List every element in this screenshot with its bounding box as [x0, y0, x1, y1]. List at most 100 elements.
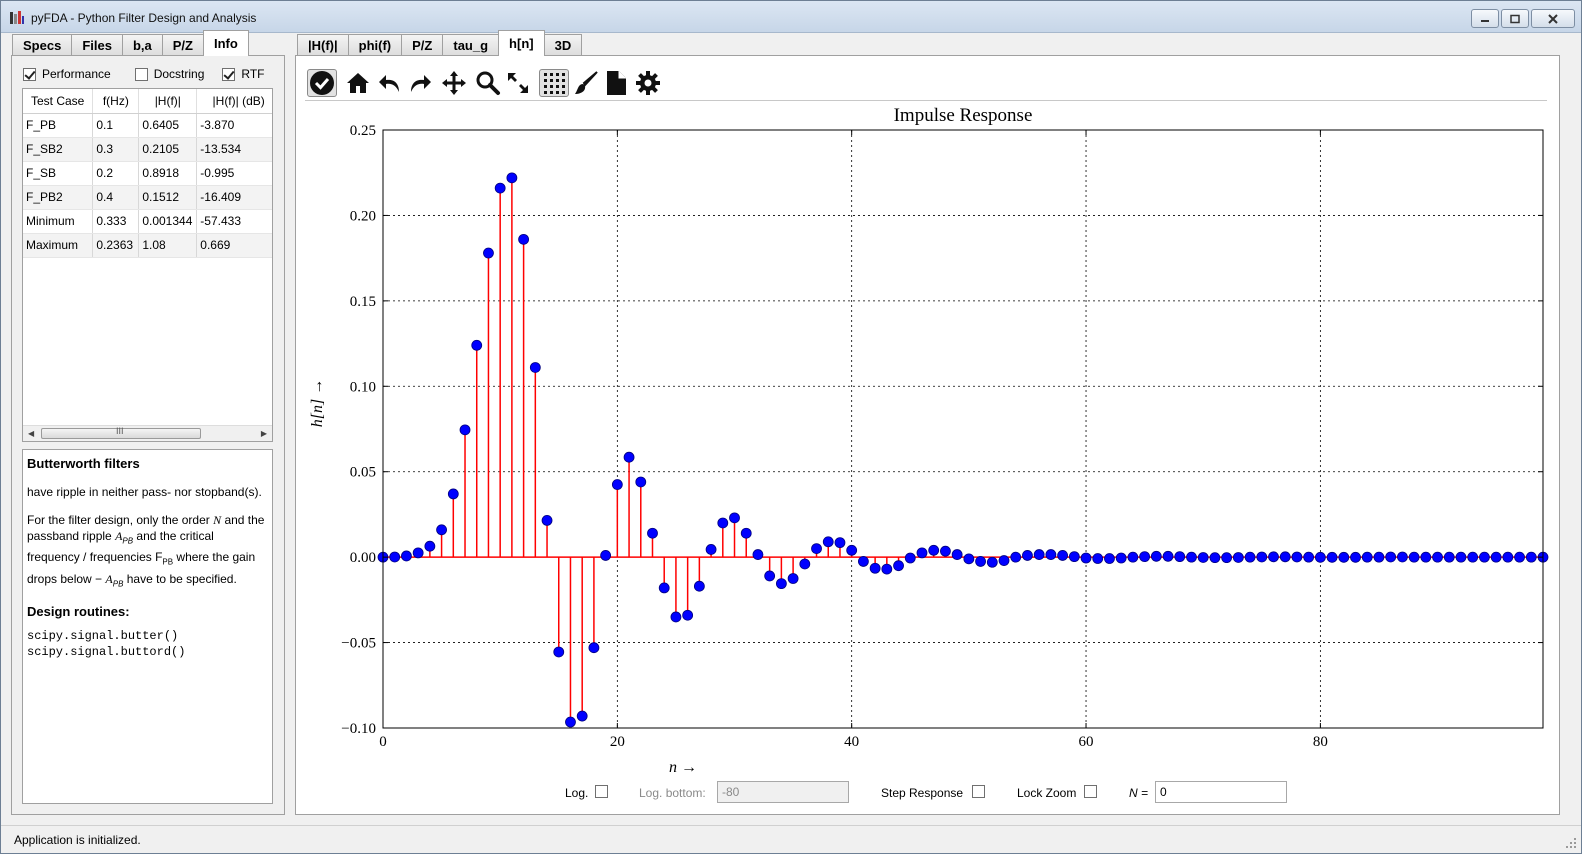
n-label: N =	[1129, 786, 1149, 800]
pyfda-icon	[9, 10, 25, 26]
scroll-right-icon[interactable]: ▶	[261, 429, 267, 438]
stem-marker	[1455, 551, 1467, 563]
home-icon[interactable]	[343, 69, 373, 97]
chart-grid	[383, 130, 1543, 728]
table-cell: -57.433	[196, 209, 272, 234]
table-row[interactable]: F_PB 0.1 0.6405 -3.870	[23, 113, 272, 138]
grid-icon[interactable]	[539, 69, 569, 97]
stem-marker	[705, 544, 717, 555]
tab-group-delay[interactable]: tau_g	[442, 34, 500, 56]
stem-marker	[588, 642, 600, 654]
full-view-icon[interactable]	[503, 69, 533, 97]
design-routines-title: Design routines:	[27, 604, 130, 620]
performance-check[interactable]	[23, 67, 36, 81]
table-hscrollbar[interactable]: ◀ III ▶	[23, 425, 272, 441]
stem-marker	[1092, 553, 1104, 564]
tab-phase[interactable]: phi(f)	[347, 34, 403, 56]
rtf-checkbox[interactable]: RTF	[222, 67, 265, 81]
save-icon[interactable]	[601, 69, 631, 97]
stem-marker	[916, 547, 928, 559]
stem-marker	[1033, 549, 1045, 560]
scroll-left-icon[interactable]: ◀	[28, 429, 34, 438]
step-response-label: Step Response	[881, 786, 964, 800]
table-row[interactable]: Maximum 0.2363 1.08 0.669	[23, 233, 272, 258]
step-response-checkbox[interactable]	[972, 785, 985, 798]
y-tick-label: 0.20	[350, 208, 376, 224]
stem-marker	[494, 182, 506, 194]
x-tick-label: 60	[1079, 734, 1094, 750]
redo-icon[interactable]	[405, 69, 435, 97]
table-cell: F_PB2	[23, 185, 94, 210]
stem-marker	[717, 517, 729, 529]
pan-icon[interactable]	[439, 69, 469, 97]
stem-marker	[1420, 551, 1432, 563]
rtf-check[interactable]	[222, 67, 236, 81]
settings-icon[interactable]	[633, 69, 663, 97]
y-axis-label: h[n] →	[309, 379, 326, 427]
maximize-button[interactable]	[1501, 9, 1529, 28]
undo-icon[interactable]	[375, 69, 405, 97]
stem-marker	[682, 609, 694, 621]
stem-marker	[1139, 551, 1151, 563]
stem-marker	[1174, 551, 1186, 563]
resize-grip-icon[interactable]	[1565, 837, 1577, 849]
table-cell: 0.6405	[138, 113, 198, 138]
stem-marker	[1291, 551, 1303, 563]
brush-icon[interactable]	[571, 69, 601, 97]
close-button[interactable]	[1531, 9, 1575, 28]
table-row[interactable]: F_SB2 0.3 0.2105 -13.534	[23, 137, 272, 162]
stem-marker	[975, 556, 986, 567]
tab-info[interactable]: Info	[202, 30, 249, 56]
tab-3d[interactable]: 3D	[543, 34, 583, 56]
stem-marker	[518, 233, 530, 245]
table-row[interactable]: Minimum 0.333 0.001344 -57.433	[23, 209, 272, 234]
table-row[interactable]: F_PB2 0.4 0.1512 -16.409	[23, 185, 272, 210]
check-icon[interactable]	[307, 69, 337, 97]
stem-marker	[1127, 551, 1139, 563]
table-cell: 0.2363	[92, 233, 140, 258]
tab-magnitude[interactable]: |H(f)|	[297, 34, 349, 56]
tab-files[interactable]: Files	[71, 34, 123, 56]
stem-marker	[1408, 551, 1420, 563]
table-row[interactable]: F_SB 0.2 0.8918 -0.995	[23, 161, 272, 186]
tab-pz[interactable]: P/Z	[161, 34, 204, 56]
performance-checkbox[interactable]: Performance	[23, 67, 111, 81]
chart-markers	[377, 172, 1549, 728]
minimize-button[interactable]	[1471, 9, 1499, 28]
tab-impulse-response[interactable]: h[n]	[498, 30, 545, 56]
tab-polezero[interactable]: P/Z	[401, 34, 444, 56]
y-tick-label: −0.10	[341, 721, 376, 737]
table-cell: 0.8918	[138, 161, 198, 186]
stem-marker	[846, 544, 858, 556]
tab-specs[interactable]: Specs	[12, 34, 73, 56]
tab-ba[interactable]: b,a	[121, 34, 163, 56]
n-input[interactable]: 0	[1155, 781, 1287, 803]
performance-table[interactable]: Test Case f(Hz) |H(f)| |H(f)| (dB) F_PB …	[22, 88, 273, 442]
x-axis-label: n →	[669, 759, 697, 776]
stem-marker	[1361, 551, 1373, 563]
stem-marker	[553, 646, 565, 658]
log-bottom-input[interactable]: -80	[717, 781, 849, 803]
col-test-case[interactable]: Test Case	[23, 89, 94, 114]
col-magnitude-db[interactable]: |H(f)| (dB)	[196, 89, 272, 114]
stem-marker	[881, 563, 893, 575]
docstring-check[interactable]	[134, 67, 148, 81]
stem-marker	[401, 550, 412, 562]
col-magnitude[interactable]: |H(f)|	[138, 89, 198, 114]
stem-marker	[1022, 550, 1033, 561]
zoom-icon[interactable]	[473, 69, 503, 97]
stem-marker	[822, 536, 834, 548]
col-frequency[interactable]: f(Hz)	[92, 89, 140, 114]
table-cell: F_PB	[23, 113, 94, 138]
stem-marker	[1303, 551, 1315, 563]
docstring-checkbox[interactable]: Docstring	[134, 67, 204, 81]
impulse-response-chart[interactable]: 0 20 40 60 80 0.25 0.20 0.15 0.10 0.05 0.00 −0.05 −0…	[301, 101, 1551, 779]
left-tabbar: Specs Files b,a P/Z Info	[12, 30, 249, 56]
log-checkbox[interactable]	[595, 785, 608, 798]
plot-toolbar	[305, 65, 1547, 101]
stem-marker	[412, 547, 424, 559]
stem-marker	[869, 562, 881, 574]
scroll-thumb[interactable]: III	[41, 426, 201, 439]
table-cell: 0.2	[92, 161, 140, 186]
lock-zoom-checkbox[interactable]	[1084, 785, 1097, 798]
